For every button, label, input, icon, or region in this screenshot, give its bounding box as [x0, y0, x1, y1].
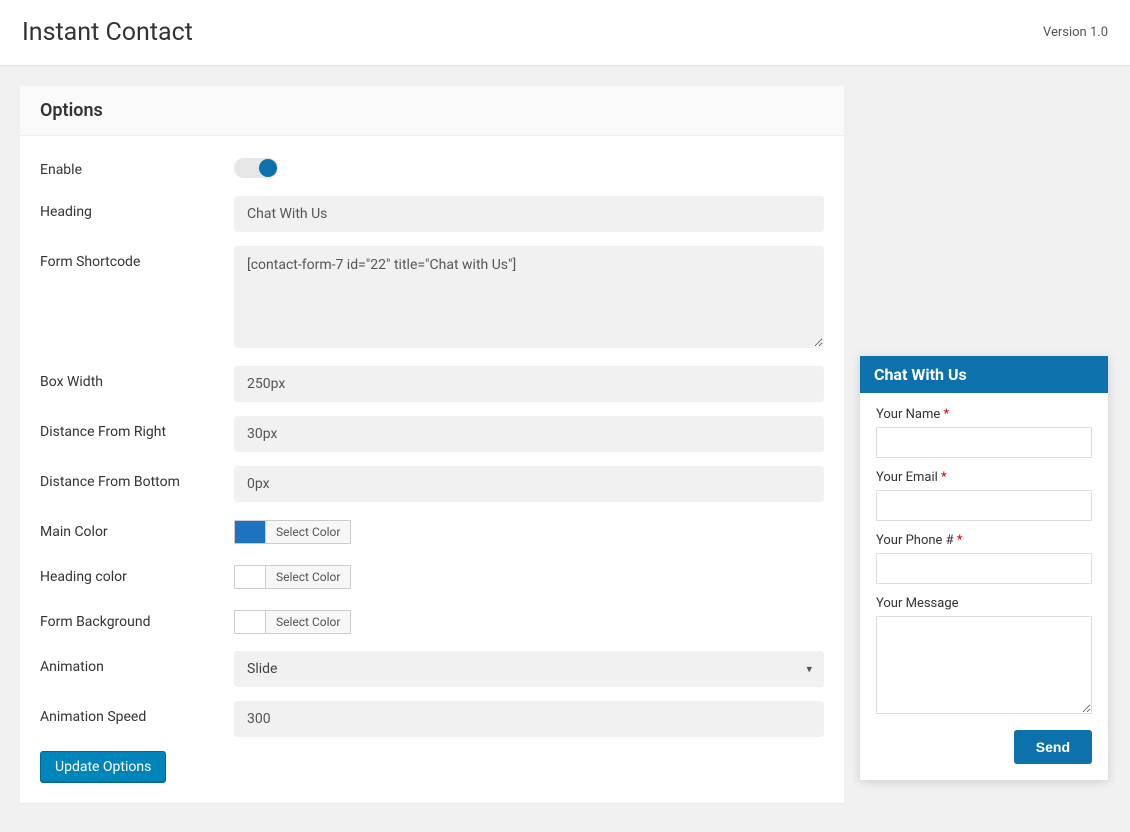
colorpicker-formbg[interactable]: Select Color — [234, 610, 351, 634]
label-distance-bottom: Distance From Bottom — [40, 466, 234, 490]
input-distance-bottom[interactable] — [234, 466, 824, 502]
row-enable: Enable — [40, 154, 824, 182]
label-main-color: Main Color — [40, 516, 234, 540]
select-animation[interactable]: Slide — [234, 651, 824, 687]
label-shortcode: Form Shortcode — [40, 246, 234, 270]
chat-body: Your Name * Your Email * Your Phone # * … — [860, 393, 1108, 780]
label-distance-right: Distance From Right — [40, 416, 234, 440]
chat-field-message: Your Message — [876, 596, 1092, 718]
row-animation-speed: Animation Speed — [40, 701, 824, 737]
chat-label-phone: Your Phone # * — [876, 533, 1092, 548]
label-form-bg: Form Background — [40, 606, 234, 630]
version-label: Version 1.0 — [1043, 25, 1108, 40]
row-form-bg: Form Background Select Color — [40, 606, 824, 637]
required-asterisk: * — [957, 533, 963, 548]
options-panel: Options Enable Heading Form Shortcode — [20, 86, 844, 803]
input-distance-right[interactable] — [234, 416, 824, 452]
row-heading: Heading — [40, 196, 824, 232]
toggle-enable[interactable] — [234, 158, 278, 178]
panel-body: Enable Heading Form Shortcode [contact-f… — [20, 136, 844, 803]
chat-label-message: Your Message — [876, 596, 1092, 611]
label-animation-speed: Animation Speed — [40, 701, 234, 725]
colorpicker-heading[interactable]: Select Color — [234, 565, 351, 589]
update-options-button[interactable]: Update Options — [40, 751, 166, 783]
chat-label-name: Your Name * — [876, 407, 1092, 422]
input-box-width[interactable] — [234, 366, 824, 402]
label-heading-color: Heading color — [40, 561, 234, 585]
chat-send-button[interactable]: Send — [1014, 730, 1092, 764]
colorbtn-heading: Select Color — [265, 566, 350, 588]
chat-field-name: Your Name * — [876, 407, 1092, 458]
swatch-form-bg — [235, 611, 265, 633]
label-heading: Heading — [40, 196, 234, 220]
colorpicker-main[interactable]: Select Color — [234, 520, 351, 544]
row-shortcode: Form Shortcode [contact-form-7 id="22" t… — [40, 246, 824, 352]
chat-input-message[interactable] — [876, 616, 1092, 714]
chat-widget: Chat With Us Your Name * Your Email * Yo… — [860, 356, 1108, 780]
row-animation: Animation Slide — [40, 651, 824, 687]
row-distance-right: Distance From Right — [40, 416, 824, 452]
chat-field-email: Your Email * — [876, 470, 1092, 521]
label-enable: Enable — [40, 154, 234, 178]
row-box-width: Box Width — [40, 366, 824, 402]
swatch-heading-color — [235, 566, 265, 588]
colorbtn-formbg: Select Color — [265, 611, 350, 633]
chat-footer: Send — [876, 730, 1092, 764]
row-heading-color: Heading color Select Color — [40, 561, 824, 592]
chat-label-email: Your Email * — [876, 470, 1092, 485]
row-distance-bottom: Distance From Bottom — [40, 466, 824, 502]
input-shortcode[interactable]: [contact-form-7 id="22" title="Chat with… — [234, 246, 824, 348]
chat-input-name[interactable] — [876, 427, 1092, 458]
page-title: Instant Contact — [22, 18, 193, 47]
label-animation: Animation — [40, 651, 234, 675]
chat-input-phone[interactable] — [876, 553, 1092, 584]
label-box-width: Box Width — [40, 366, 234, 390]
colorbtn-main: Select Color — [265, 521, 350, 543]
row-main-color: Main Color Select Color — [40, 516, 824, 547]
required-asterisk: * — [941, 470, 947, 485]
chat-header[interactable]: Chat With Us — [860, 356, 1108, 393]
chat-input-email[interactable] — [876, 490, 1092, 521]
input-animation-speed[interactable] — [234, 701, 824, 737]
chat-field-phone: Your Phone # * — [876, 533, 1092, 584]
page-header: Instant Contact Version 1.0 — [0, 0, 1130, 66]
input-heading[interactable] — [234, 196, 824, 232]
toggle-knob — [259, 159, 277, 177]
swatch-main-color — [235, 521, 265, 543]
required-asterisk: * — [943, 407, 949, 422]
panel-title: Options — [20, 86, 844, 136]
